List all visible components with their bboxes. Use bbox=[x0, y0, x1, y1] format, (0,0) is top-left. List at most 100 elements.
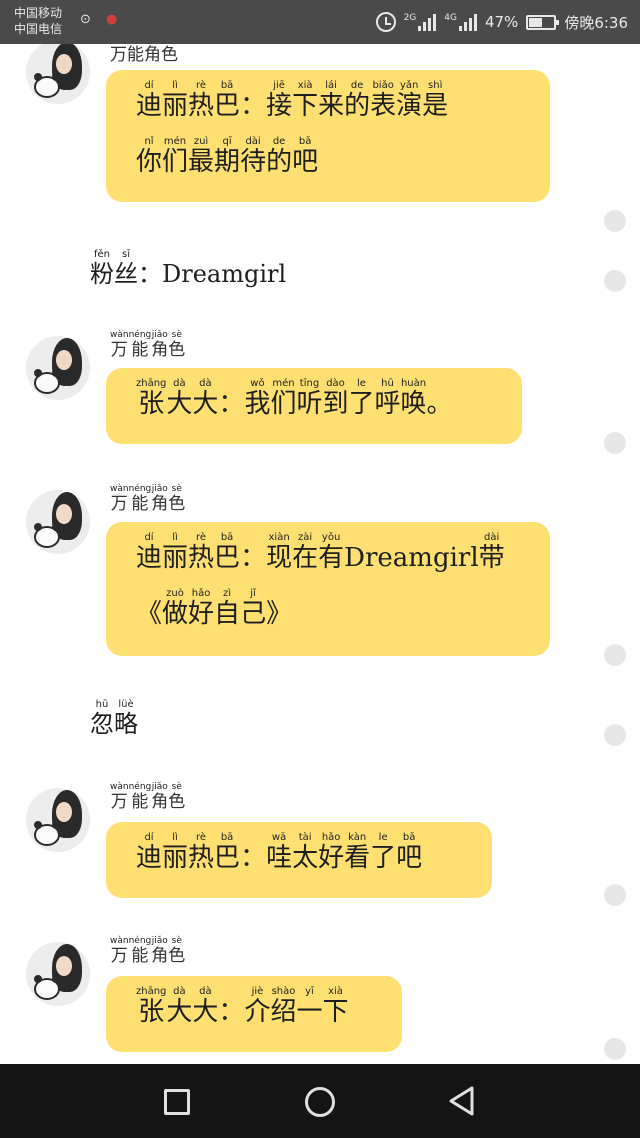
message-bubble[interactable]: 迪dí丽lì热rè巴bā：现xiàn在zài有yǒuDreamgirl带dài … bbox=[106, 522, 550, 656]
sender-pinyin: néng bbox=[128, 936, 152, 946]
read-status-dot bbox=[604, 884, 626, 906]
character: 绍shào bbox=[270, 986, 297, 1027]
avatar[interactable] bbox=[26, 336, 90, 400]
pinyin: lì bbox=[162, 532, 189, 543]
pinyin: bā bbox=[214, 532, 241, 543]
read-status-dot bbox=[604, 270, 626, 292]
sender-name-ruby: 万wàn能néng角jiǎo色sè bbox=[110, 936, 186, 966]
character: 最zuì bbox=[188, 136, 215, 177]
read-status-dot bbox=[604, 210, 626, 232]
sender-character: 色sè bbox=[168, 936, 186, 966]
pinyin: de bbox=[266, 136, 293, 147]
pinyin: dà bbox=[192, 986, 219, 997]
character: ： bbox=[240, 843, 267, 873]
character: Dreamgirl bbox=[162, 260, 287, 288]
character: 了le bbox=[348, 378, 375, 419]
settings-dot-icon: ⊙ bbox=[80, 12, 91, 27]
character: 迪dí bbox=[136, 532, 163, 573]
sender-pinyin: wàn bbox=[110, 484, 129, 494]
character: 带dài bbox=[478, 532, 505, 573]
carrier-info: 中国移动 中国电信 bbox=[14, 5, 62, 37]
character: 的de bbox=[266, 136, 293, 177]
pinyin: bā bbox=[396, 832, 423, 843]
sender-character: 能néng bbox=[128, 484, 152, 514]
character: 吧bā bbox=[292, 136, 319, 177]
avatar[interactable] bbox=[26, 942, 90, 1006]
message-bubble[interactable]: 迪dí丽lì热rè巴bā：哇wā太tài好hǎo看kàn了le吧bā bbox=[106, 822, 492, 898]
character: ： bbox=[240, 543, 267, 573]
character: 大dà bbox=[192, 986, 219, 1027]
sender-pinyin: jiǎo bbox=[151, 782, 169, 792]
character: 热rè bbox=[188, 532, 215, 573]
pinyin: rè bbox=[188, 832, 215, 843]
message-line: 迪dí丽lì热rè巴bā：现xiàn在zài有yǒuDreamgirl带dài bbox=[136, 530, 524, 586]
carrier-1: 中国移动 bbox=[14, 6, 63, 20]
pinyin: zuò bbox=[162, 588, 189, 599]
message-line: 迪dí丽lì热rè巴bā：哇wā太tài好hǎo看kàn了le吧bā bbox=[136, 830, 466, 886]
sender-pinyin: jiǎo bbox=[151, 330, 169, 340]
character: 丽lì bbox=[162, 832, 189, 873]
recent-apps-icon[interactable] bbox=[164, 1089, 190, 1115]
pinyin: de bbox=[344, 80, 371, 91]
sender-name-ruby: 万wàn能néng角jiǎo色sè bbox=[110, 330, 185, 360]
chat-message: 万wàn能néng角jiǎo色sè 迪dí丽lì热rè巴bā：哇wā太tài好h… bbox=[0, 778, 640, 908]
character: 吧bā bbox=[396, 832, 423, 873]
message-bubble[interactable]: 张zhāng大dà大dà：介jiè绍shào一yī下xià bbox=[106, 976, 402, 1052]
character: 迪dí bbox=[136, 832, 163, 873]
character: 期qī bbox=[214, 136, 241, 177]
pinyin: jǐ bbox=[240, 588, 267, 599]
character: 表biǎo bbox=[370, 80, 397, 121]
pinyin: yǒu bbox=[318, 532, 345, 543]
character: 了le bbox=[370, 832, 397, 873]
read-status-dot bbox=[604, 644, 626, 666]
chat-message: 万wàn能néng角jiǎo色sè 张zhāng大dà大dà：介jiè绍shào… bbox=[0, 932, 640, 1064]
sender-name-ruby: 万wàn能néng角jiǎo色sè bbox=[110, 484, 185, 514]
character: 呼hū bbox=[374, 378, 401, 419]
message-bubble[interactable]: 张zhāng大dà大dà：我wǒ们mén听tīng到dào了le呼hū唤huàn… bbox=[106, 368, 522, 444]
character: 们mén bbox=[270, 378, 297, 419]
pinyin: hǎo bbox=[188, 588, 215, 599]
character: 忽hū bbox=[90, 699, 114, 738]
character: 的de bbox=[344, 80, 371, 121]
read-status-dot bbox=[604, 432, 626, 454]
pinyin: shào bbox=[270, 986, 297, 997]
plain-text: 粉fěn丝sī：Dreamgirl bbox=[90, 246, 286, 302]
character: 唤huàn bbox=[400, 378, 427, 419]
character: 》 bbox=[266, 599, 293, 629]
plain-text: 忽hū略lüè bbox=[90, 696, 138, 752]
message-line: 忽hū略lüè bbox=[90, 696, 138, 752]
character: ： bbox=[218, 997, 245, 1027]
pinyin: lì bbox=[162, 80, 189, 91]
pinyin: bā bbox=[214, 832, 241, 843]
avatar[interactable] bbox=[26, 788, 90, 852]
pinyin: rè bbox=[188, 80, 215, 91]
character: 现xiàn bbox=[266, 532, 293, 573]
chat-area[interactable]: 万能角色 迪dí丽lì热rè巴bā：接jiē下xià来lái的de表biǎo演y… bbox=[0, 44, 640, 1064]
pinyin: hū bbox=[90, 699, 114, 710]
sender-character: 万wàn bbox=[110, 936, 129, 966]
character: 巴bā bbox=[214, 832, 241, 873]
pinyin: shì bbox=[422, 80, 449, 91]
pinyin: fěn bbox=[90, 249, 114, 260]
character: 到dào bbox=[322, 378, 349, 419]
avatar[interactable] bbox=[26, 490, 90, 554]
character: 们mén bbox=[162, 136, 189, 177]
message-bubble[interactable]: 迪dí丽lì热rè巴bā：接jiē下xià来lái的de表biǎo演yǎn是sh… bbox=[106, 70, 550, 202]
pinyin: wā bbox=[266, 832, 293, 843]
character: 待dài bbox=[240, 136, 267, 177]
sender-pinyin: wàn bbox=[110, 330, 129, 340]
character: 迪dí bbox=[136, 80, 163, 121]
pinyin: dí bbox=[136, 80, 163, 91]
character: 下xià bbox=[322, 986, 349, 1027]
pinyin: nǐ bbox=[136, 136, 162, 147]
character: 巴bā bbox=[214, 532, 241, 573]
pinyin: dài bbox=[478, 532, 505, 543]
character: ： bbox=[218, 389, 245, 419]
sender-pinyin: sè bbox=[168, 484, 186, 494]
home-icon[interactable] bbox=[305, 1087, 335, 1117]
avatar[interactable] bbox=[26, 44, 90, 104]
pinyin: zhāng bbox=[136, 378, 167, 389]
back-icon[interactable] bbox=[448, 1086, 476, 1116]
pinyin: xià bbox=[322, 986, 349, 997]
character: 大dà bbox=[166, 986, 193, 1027]
